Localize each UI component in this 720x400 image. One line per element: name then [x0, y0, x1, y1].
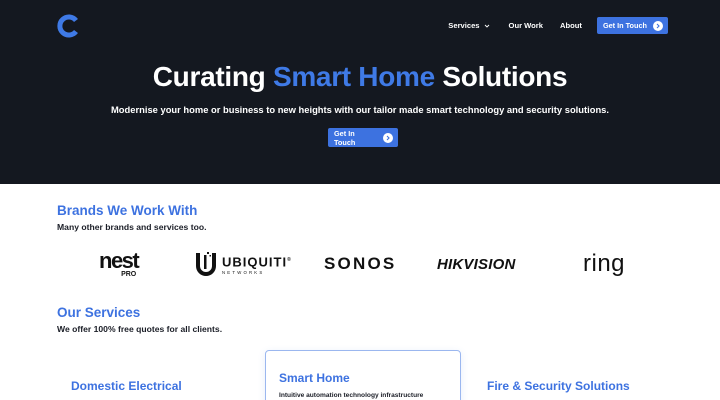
nav-our-work[interactable]: Our Work [509, 21, 543, 30]
arrow-right-icon [653, 20, 663, 31]
service-card-title: Smart Home [279, 371, 350, 385]
nav-services[interactable]: Services [448, 21, 489, 30]
nav-get-in-touch-button[interactable]: Get In Touch [596, 17, 668, 34]
main-nav: Services Our Work About Get In Touch [448, 17, 668, 34]
arrow-right-icon [383, 132, 393, 143]
chevron-down-icon [484, 24, 489, 28]
hero-title-end: Solutions [434, 61, 568, 92]
nest-pro-label: PRO [121, 270, 137, 278]
service-card-smart-home[interactable]: Smart Home Intuitive automation technolo… [265, 350, 461, 400]
nest-pro-logo: nest PRO [99, 247, 140, 281]
ring-logo: ring [583, 250, 626, 277]
nav-services-label: Services [448, 21, 480, 30]
brands-subtitle: Many other brands and services too. [57, 222, 207, 232]
hero-title-start: Curating [152, 61, 273, 92]
nav-about[interactable]: About [560, 21, 582, 30]
ubiquiti-networks-label: NETWORKS [222, 269, 265, 275]
ubiquiti-wordmark: UBIQUITI [222, 254, 288, 270]
services-title: Our Services [57, 305, 141, 320]
service-card-domestic-electrical[interactable]: Domestic Electrical [71, 379, 182, 393]
hikvision-logo: HIKVISION [437, 255, 516, 273]
ubiquiti-registered-mark: ® [287, 257, 292, 264]
ubiquiti-u-icon [196, 252, 216, 276]
brands-title: Brands We Work With [57, 203, 198, 218]
hero-get-in-touch-button[interactable]: Get In Touch [328, 128, 398, 147]
c-logo-icon[interactable] [57, 14, 81, 38]
hero-cta-label: Get In Touch [334, 128, 356, 147]
ubiquiti-logo: UBIQUITI® NETWORKS [194, 247, 292, 281]
hero-subtitle: Modernise your home or business to new h… [111, 104, 609, 115]
hero-section: Services Our Work About Get In Touch Cur… [0, 0, 720, 184]
hero-title-accent: Smart Home [272, 61, 435, 92]
nest-wordmark: nest [99, 247, 140, 273]
services-subtitle: We offer 100% free quotes for all client… [57, 324, 223, 334]
hero-title: Curating Smart Home Solutions [0, 61, 720, 93]
nav-cta-label: Get In Touch [602, 21, 647, 30]
service-card-fire-security[interactable]: Fire & Security Solutions [487, 379, 630, 393]
sonos-logo: SONOS [324, 254, 397, 273]
service-card-description: Intuitive automation technology infrastr… [279, 392, 424, 399]
